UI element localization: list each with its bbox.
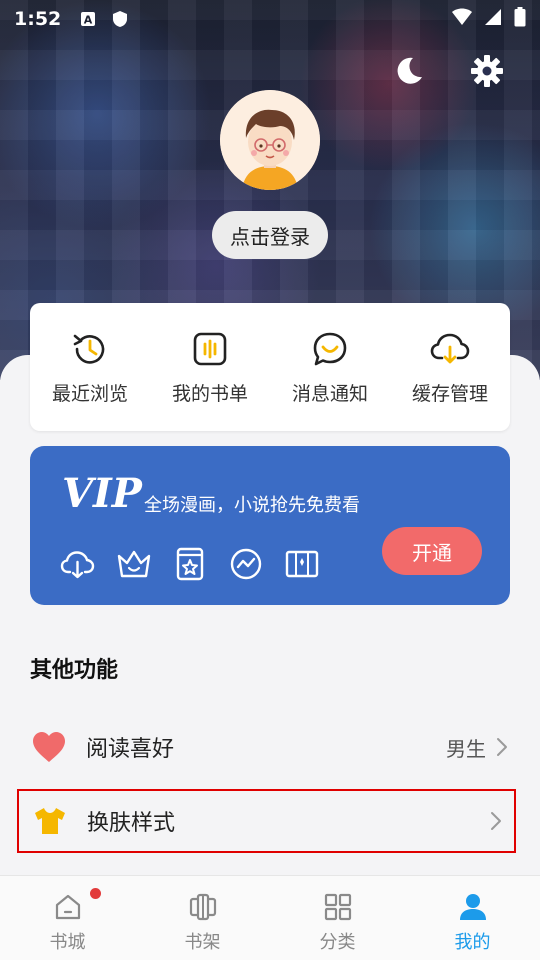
home-icon: [51, 890, 85, 924]
bottom-navigation: 书城 书架 分类 我的: [0, 875, 540, 960]
shortcut-label: 缓存管理: [411, 382, 488, 405]
shortcut-messages[interactable]: 消息通知: [275, 329, 385, 406]
notification-badge: [90, 888, 101, 899]
skin-style-row[interactable]: 换肤样式: [17, 789, 516, 853]
booklist-icon: [190, 329, 230, 369]
status-bar: 1:52 A: [0, 0, 540, 38]
nav-label: 分类: [319, 932, 356, 953]
message-bubble-icon: [310, 329, 350, 369]
row-label: 阅读喜好: [86, 737, 175, 762]
nav-label: 书城: [49, 932, 86, 953]
history-clock-icon: [70, 329, 110, 369]
book-star-icon: [172, 546, 208, 582]
cloud-download-icon: [430, 329, 470, 369]
shortcut-recent[interactable]: 最近浏览: [35, 329, 145, 406]
shield-icon: [111, 10, 129, 28]
shortcut-booklist[interactable]: 我的书单: [155, 329, 265, 406]
user-icon: [456, 890, 490, 924]
shortcut-label: 消息通知: [291, 382, 368, 405]
ticket-icon: [284, 546, 320, 582]
header-actions: [390, 52, 506, 90]
chart-circle-icon: [228, 546, 264, 582]
shortcut-card: 最近浏览 我的书单 消息通知 缓存管理: [30, 303, 510, 431]
heart-icon: [30, 728, 68, 766]
section-title-other: 其他功能: [30, 658, 119, 683]
row-label: 换肤样式: [87, 811, 176, 836]
status-time: 1:52: [14, 8, 62, 30]
wifi-icon: [452, 8, 472, 30]
cloud-download-icon: [60, 546, 96, 582]
vip-benefit-icons: [60, 546, 320, 582]
tshirt-icon: [31, 802, 69, 840]
chevron-right-icon: [488, 811, 504, 831]
reading-preference-row[interactable]: 阅读喜好 男生: [30, 714, 510, 780]
shortcut-label: 我的书单: [171, 382, 248, 405]
vip-subtitle: 全场漫画，小说抢先免费看: [144, 495, 360, 516]
nav-item-bookshelf[interactable]: 书架: [135, 876, 270, 960]
text-a-icon: A: [79, 10, 97, 28]
shortcut-label: 最近浏览: [51, 382, 128, 405]
settings-gear-icon[interactable]: [468, 52, 506, 90]
login-button[interactable]: 点击登录: [212, 211, 328, 259]
nav-item-bookstore[interactable]: 书城: [0, 876, 135, 960]
moon-icon[interactable]: [390, 52, 428, 90]
vip-title: VIP: [62, 470, 142, 517]
nav-label: 书架: [184, 932, 221, 953]
chevron-right-icon: [494, 737, 510, 757]
svg-text:A: A: [84, 14, 93, 27]
nav-label: 我的: [454, 932, 491, 953]
battery-icon: [514, 7, 526, 31]
category-grid-icon: [321, 890, 355, 924]
vip-card[interactable]: VIP 全场漫画，小说抢先免费看 开通: [30, 446, 510, 605]
nav-item-category[interactable]: 分类: [270, 876, 405, 960]
avatar[interactable]: [220, 90, 320, 190]
shortcut-cache[interactable]: 缓存管理: [395, 329, 505, 406]
nav-item-mine[interactable]: 我的: [405, 876, 540, 960]
bookshelf-icon: [186, 890, 220, 924]
crown-icon: [116, 546, 152, 582]
row-value: 男生: [446, 736, 486, 761]
vip-open-button[interactable]: 开通: [382, 527, 482, 575]
signal-icon: [484, 8, 502, 30]
